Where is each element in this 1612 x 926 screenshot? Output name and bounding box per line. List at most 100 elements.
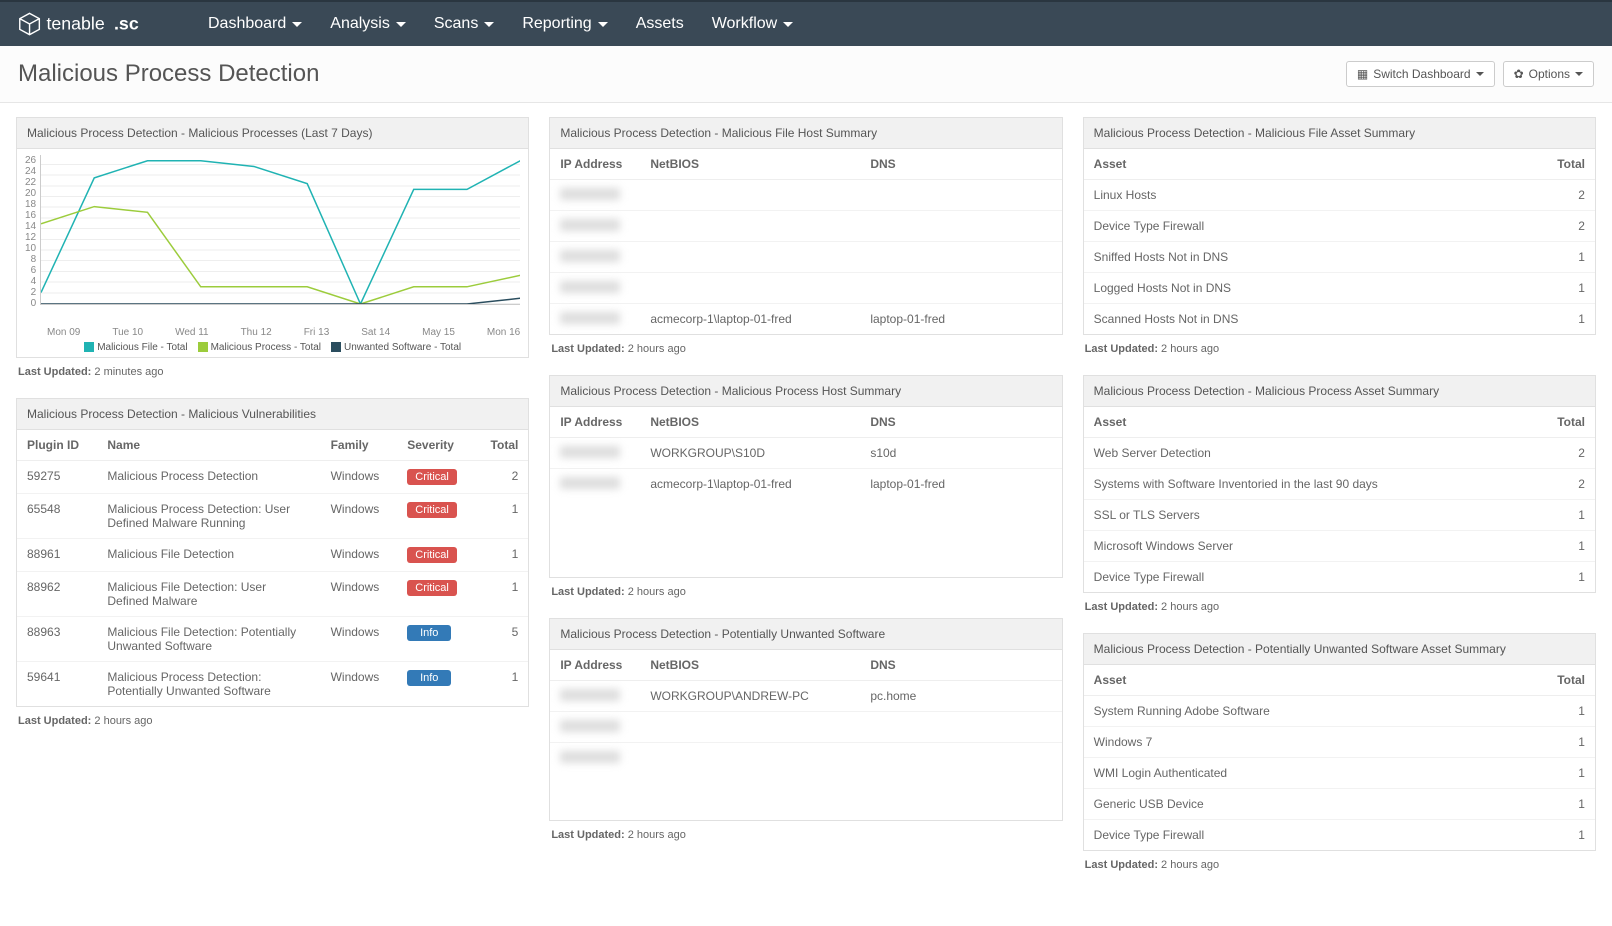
table-row[interactable]: xxxWORKGROUP\ANDREW-PCpc.home xyxy=(550,681,1061,712)
table-row[interactable]: Microsoft Windows Server1 xyxy=(1084,531,1595,562)
table-row[interactable]: Device Type Firewall1 xyxy=(1084,820,1595,851)
table-row[interactable]: 88963Malicious File Detection: Potential… xyxy=(17,617,528,662)
col-dns[interactable]: DNS xyxy=(860,407,1061,438)
cell-name: Malicious File Detection: User Defined M… xyxy=(97,572,320,617)
col-asset[interactable]: Asset xyxy=(1084,665,1495,696)
vuln-updated: Last Updated: 2 hours ago xyxy=(16,707,529,727)
table-row[interactable]: Generic USB Device1 xyxy=(1084,789,1595,820)
table-row[interactable]: Systems with Software Inventoried in the… xyxy=(1084,469,1595,500)
table-row[interactable]: 88961Malicious File DetectionWindowsCrit… xyxy=(17,539,528,572)
table-row[interactable]: xxxWORKGROUP\S10Ds10d xyxy=(550,438,1061,469)
redacted-ip: xxx xyxy=(560,751,620,763)
col-ip[interactable]: IP Address xyxy=(550,407,640,438)
table-row[interactable]: Logged Hosts Not in DNS1 xyxy=(1084,273,1595,304)
redacted-ip: xxx xyxy=(560,188,620,200)
panel-title: Malicious Process Detection - Malicious … xyxy=(1084,118,1595,149)
table-row[interactable]: Device Type Firewall1 xyxy=(1084,562,1595,593)
col-name[interactable]: Name xyxy=(97,430,320,461)
col-netbios[interactable]: NetBIOS xyxy=(640,149,860,180)
chart-plot[interactable] xyxy=(40,155,520,305)
table-row[interactable]: SSL or TLS Servers1 xyxy=(1084,500,1595,531)
col-plugin-id[interactable]: Plugin ID xyxy=(17,430,97,461)
table-row[interactable]: 88962Malicious File Detection: User Defi… xyxy=(17,572,528,617)
table-row[interactable]: xxx xyxy=(550,211,1061,242)
legend-item[interactable]: Malicious File - Total xyxy=(84,342,187,353)
col-ip[interactable]: IP Address xyxy=(550,650,640,681)
cell-ip: xxx xyxy=(550,469,640,500)
legend-item[interactable]: Unwanted Software - Total xyxy=(331,342,461,353)
nav-item-dashboard[interactable]: Dashboard xyxy=(208,15,302,33)
nav-item-reporting[interactable]: Reporting xyxy=(522,15,607,33)
nav-item-analysis[interactable]: Analysis xyxy=(330,15,406,33)
table-row[interactable]: Web Server Detection2 xyxy=(1084,438,1595,469)
nav-item-scans[interactable]: Scans xyxy=(434,15,494,33)
cell-name: Malicious Process Detection: User Define… xyxy=(97,494,320,539)
table-row[interactable]: Sniffed Hosts Not in DNS1 xyxy=(1084,242,1595,273)
brand-logo[interactable]: tenable .sc xyxy=(18,11,178,37)
cell-total: 1 xyxy=(1495,758,1595,789)
table-row[interactable]: Device Type Firewall2 xyxy=(1084,211,1595,242)
options-button[interactable]: ✿ Options xyxy=(1503,61,1594,87)
cell-ip: xxx xyxy=(550,681,640,712)
table-row[interactable]: xxxacmecorp-1\laptop-01-fredlaptop-01-fr… xyxy=(550,469,1061,500)
cell-total: 1 xyxy=(1480,304,1595,335)
severity-badge: Critical xyxy=(407,469,457,485)
chart-x-axis: Mon 09Tue 10Wed 11Thu 12Fri 13Sat 14May … xyxy=(47,327,520,338)
col-asset[interactable]: Asset xyxy=(1084,149,1480,180)
table-row[interactable]: xxxacmecorp-1\laptop-01-fredlaptop-01-fr… xyxy=(550,304,1061,335)
cell-dns: laptop-01-fred xyxy=(860,469,1061,500)
cell-plugin-id: 65548 xyxy=(17,494,97,539)
page-header: Malicious Process Detection ▦ Switch Das… xyxy=(0,46,1612,103)
table-row[interactable]: WMI Login Authenticated1 xyxy=(1084,758,1595,789)
col-dns[interactable]: DNS xyxy=(860,650,1061,681)
redacted-ip: xxx xyxy=(560,312,620,324)
redacted-ip: xxx xyxy=(560,689,620,701)
cell-plugin-id: 59275 xyxy=(17,461,97,494)
table-row[interactable]: 59275Malicious Process DetectionWindowsC… xyxy=(17,461,528,494)
table-row[interactable]: System Running Adobe Software1 xyxy=(1084,696,1595,727)
cell-total: 1 xyxy=(1526,531,1595,562)
col-netbios[interactable]: NetBIOS xyxy=(640,407,860,438)
legend-item[interactable]: Malicious Process - Total xyxy=(198,342,321,353)
col-family[interactable]: Family xyxy=(321,430,398,461)
svg-text:tenable: tenable xyxy=(46,13,104,33)
col-severity[interactable]: Severity xyxy=(397,430,475,461)
table-row[interactable]: 65548Malicious Process Detection: User D… xyxy=(17,494,528,539)
nav-item-workflow[interactable]: Workflow xyxy=(712,15,794,33)
switch-dashboard-button[interactable]: ▦ Switch Dashboard xyxy=(1346,61,1495,87)
table-row[interactable]: xxx xyxy=(550,180,1061,211)
col-total[interactable]: Total xyxy=(1495,665,1595,696)
table-row[interactable]: xxx xyxy=(550,242,1061,273)
panel-title: Malicious Process Detection - Malicious … xyxy=(17,399,528,430)
table-row[interactable]: xxx xyxy=(550,273,1061,304)
nav-label: Dashboard xyxy=(208,15,286,33)
cell-dns: s10d xyxy=(860,438,1061,469)
svg-text:.sc: .sc xyxy=(114,13,139,33)
cell-family: Windows xyxy=(321,461,398,494)
table-row[interactable]: Scanned Hosts Not in DNS1 xyxy=(1084,304,1595,335)
table-row[interactable]: 59641Malicious Process Detection: Potent… xyxy=(17,662,528,707)
column-right: Malicious Process Detection - Malicious … xyxy=(1083,117,1596,871)
cell-netbios xyxy=(640,211,860,242)
table-row[interactable]: xxx xyxy=(550,712,1061,743)
col-netbios[interactable]: NetBIOS xyxy=(640,650,860,681)
cell-family: Windows xyxy=(321,662,398,707)
col-ip[interactable]: IP Address xyxy=(550,149,640,180)
cell-netbios: acmecorp-1\laptop-01-fred xyxy=(640,469,860,500)
table-row[interactable]: Windows 71 xyxy=(1084,727,1595,758)
col-total[interactable]: Total xyxy=(475,430,528,461)
cell-total: 1 xyxy=(1495,727,1595,758)
col-asset[interactable]: Asset xyxy=(1084,407,1526,438)
col-total[interactable]: Total xyxy=(1526,407,1595,438)
table-row[interactable]: xxx xyxy=(550,743,1061,774)
panel-title: Malicious Process Detection - Potentiall… xyxy=(550,619,1061,650)
col-dns[interactable]: DNS xyxy=(860,149,1061,180)
cell-name: Malicious Process Detection: Potentially… xyxy=(97,662,320,707)
chevron-down-icon xyxy=(396,22,406,27)
nav-item-assets[interactable]: Assets xyxy=(636,15,684,33)
table-row[interactable]: Linux Hosts2 xyxy=(1084,180,1595,211)
col-total[interactable]: Total xyxy=(1480,149,1595,180)
cell-family: Windows xyxy=(321,494,398,539)
nav-label: Scans xyxy=(434,15,478,33)
file_host-updated: Last Updated: 2 hours ago xyxy=(549,335,1062,355)
